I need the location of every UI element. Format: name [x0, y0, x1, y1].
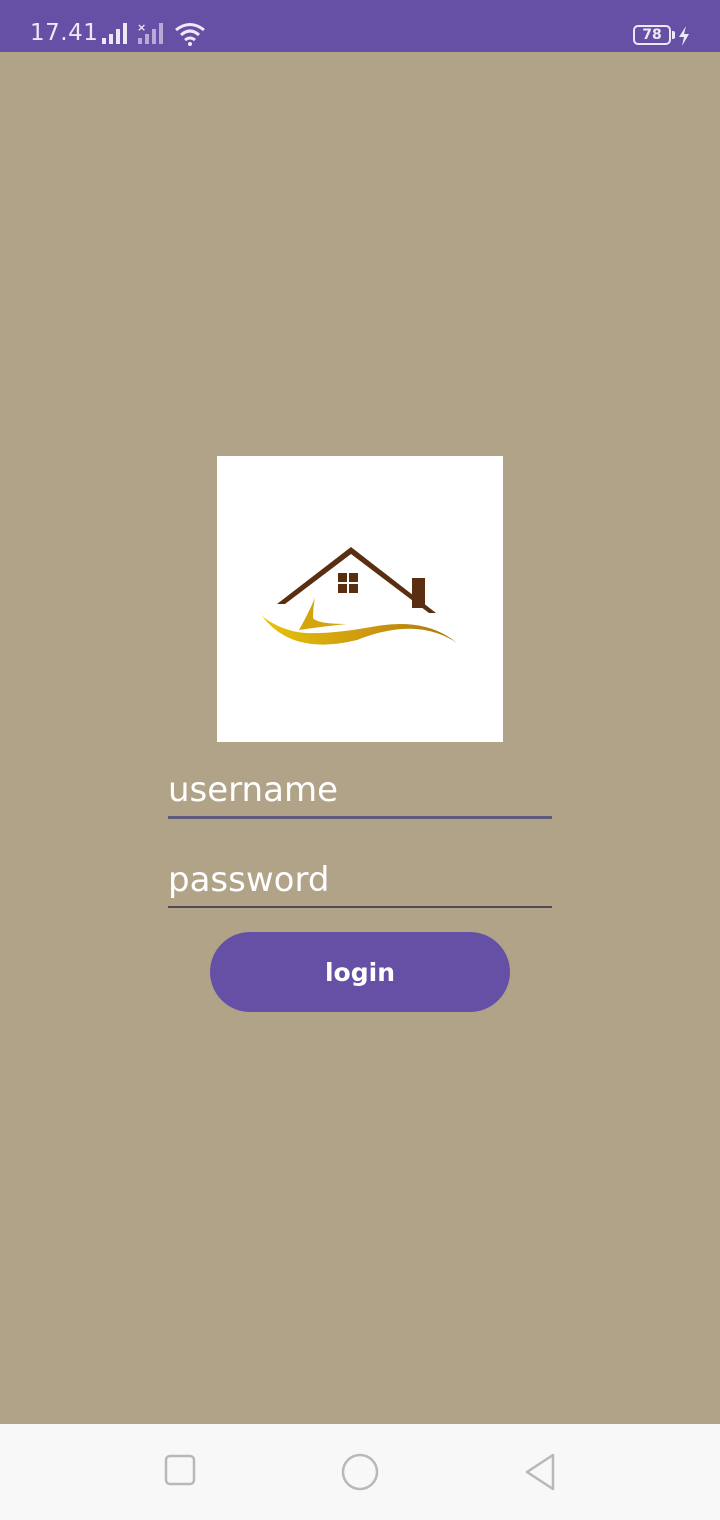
charging-bolt-icon [679, 26, 689, 46]
password-placeholder: password [168, 860, 330, 900]
login-button[interactable]: login [210, 932, 510, 1012]
battery-cap [672, 31, 675, 39]
svg-text:×: × [137, 22, 146, 34]
signal-icon [102, 23, 127, 44]
username-placeholder: username [168, 770, 338, 810]
login-button-label: login [324, 957, 395, 987]
username-field[interactable]: username [168, 770, 552, 819]
back-triangle-icon[interactable] [522, 1452, 558, 1492]
battery-icon: 78 [633, 25, 671, 45]
wifi-icon [175, 23, 205, 46]
battery-level: 78 [642, 27, 662, 43]
recents-square-icon[interactable] [162, 1452, 198, 1488]
status-time: 17.41 [30, 20, 99, 46]
house-logo-icon [262, 547, 457, 645]
home-circle-icon[interactable] [340, 1452, 380, 1492]
app-logo [217, 456, 503, 742]
navigation-bar [0, 1424, 720, 1520]
password-field[interactable]: password [168, 860, 552, 908]
signal-no-service-icon: × [137, 22, 163, 44]
status-bar: 17.41 × 78 [0, 0, 720, 52]
